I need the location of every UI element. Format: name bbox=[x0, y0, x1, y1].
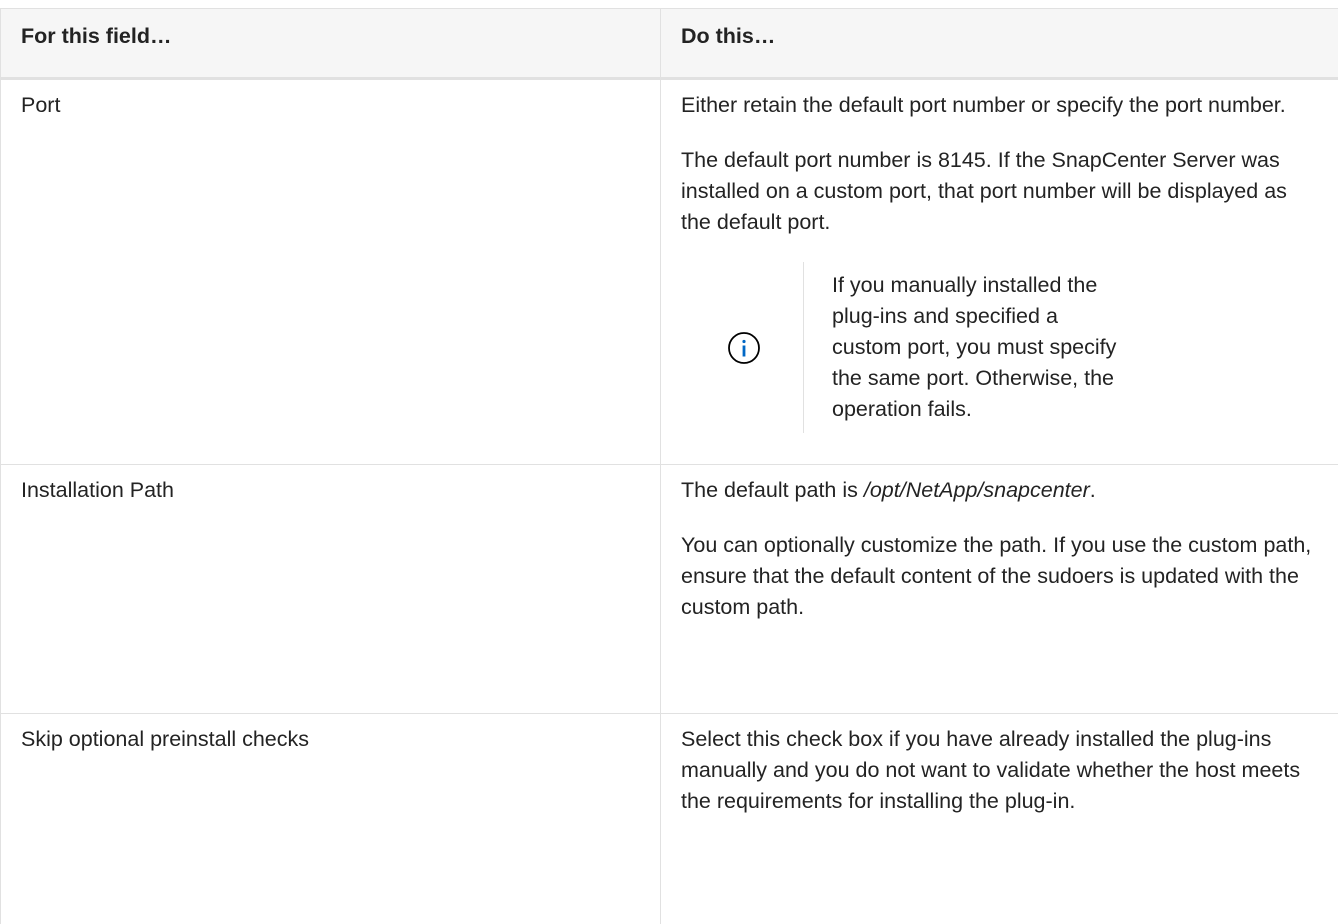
note-text: If you manually installed the plug-ins a… bbox=[832, 262, 1122, 433]
note-divider bbox=[803, 262, 804, 433]
table-header-row: For this field… Do this… bbox=[1, 9, 1338, 79]
instruction-paragraph: The default port number is 8145. If the … bbox=[681, 145, 1314, 238]
default-path-suffix: . bbox=[1090, 478, 1096, 502]
instruction-paragraph: Either retain the default port number or… bbox=[681, 90, 1314, 121]
table-row: Port Either retain the default port numb… bbox=[1, 79, 1338, 465]
note-callout: If you manually installed the plug-ins a… bbox=[697, 262, 1314, 433]
field-name-cell: Installation Path bbox=[1, 465, 661, 714]
instruction-paragraph: You can optionally customize the path. I… bbox=[681, 530, 1314, 623]
column-header-field: For this field… bbox=[1, 9, 661, 79]
column-header-action: Do this… bbox=[661, 9, 1338, 79]
instruction-cell: Either retain the default port number or… bbox=[661, 79, 1338, 465]
field-instructions-table: For this field… Do this… Port Either ret… bbox=[0, 8, 1338, 924]
default-path-value: /opt/NetApp/snapcenter bbox=[864, 478, 1090, 502]
instruction-paragraph: Select this check box if you have alread… bbox=[681, 724, 1314, 817]
field-name-cell: Port bbox=[1, 79, 661, 465]
instruction-cell: The default path is /opt/NetApp/snapcent… bbox=[661, 465, 1338, 714]
table-row: Skip optional preinstall checks Select t… bbox=[1, 714, 1338, 924]
table-row: Installation Path The default path is /o… bbox=[1, 465, 1338, 714]
field-name-cell: Skip optional preinstall checks bbox=[1, 714, 661, 924]
default-path-prefix: The default path is bbox=[681, 478, 864, 502]
instruction-cell: Select this check box if you have alread… bbox=[661, 714, 1338, 924]
instruction-paragraph: The default path is /opt/NetApp/snapcent… bbox=[681, 475, 1314, 506]
info-icon bbox=[697, 331, 791, 365]
